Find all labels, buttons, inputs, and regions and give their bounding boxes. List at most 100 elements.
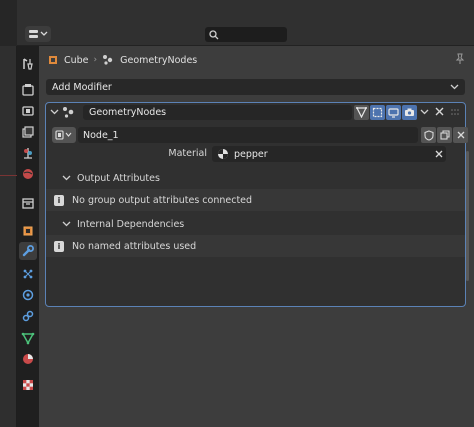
properties-panel: Cube › GeometryNodes Add Modifier Geomet… [39, 46, 474, 427]
tab-physics[interactable] [19, 286, 37, 304]
material-value: pepper [234, 148, 268, 160]
realtime-display-toggle[interactable] [386, 105, 401, 120]
tool-icon [23, 58, 33, 70]
modifier-type-icon-wrap [62, 106, 76, 122]
tab-scene[interactable] [19, 144, 37, 162]
tab-modifiers[interactable] [19, 242, 37, 260]
tab-collection[interactable] [19, 194, 37, 212]
object-icon [23, 226, 33, 236]
chevron-down-icon [62, 221, 71, 226]
info-icon: i [54, 240, 64, 252]
output-attributes-body: i No group output attributes connected [46, 189, 465, 211]
material-icon [23, 354, 33, 364]
render-icon [22, 84, 34, 96]
search-input[interactable] [205, 27, 287, 42]
scrollbar[interactable] [466, 151, 469, 281]
duplicate-button[interactable] [437, 127, 452, 143]
geometry-nodes-modifier-panel: GeometryNodes Node_1 Material pepper Out… [45, 102, 468, 307]
chevron-down-icon [450, 84, 459, 90]
world-icon [23, 169, 33, 179]
search-icon [209, 29, 219, 39]
pin-button[interactable] [454, 52, 466, 66]
modifier-name-value: GeometryNodes [89, 107, 167, 118]
viewport-edge [0, 0, 17, 427]
grip-icon [451, 109, 459, 115]
tab-particles[interactable] [19, 265, 37, 283]
edit-mode-cage-icon [372, 107, 383, 118]
chevron-down-icon [50, 109, 59, 115]
physics-icon [22, 289, 34, 301]
properties-header [17, 0, 474, 46]
modifier-header: GeometryNodes [46, 103, 465, 123]
node-group-browse-button[interactable] [52, 127, 76, 143]
internal-dependencies-message: No named attributes used [72, 240, 197, 252]
tab-render[interactable] [19, 81, 37, 99]
monitor-icon [388, 108, 399, 118]
texture-icon [23, 380, 33, 390]
add-modifier-label: Add Modifier [52, 81, 112, 93]
drag-handle[interactable] [450, 108, 460, 119]
tab-tool[interactable] [19, 55, 37, 73]
tab-constraints[interactable] [19, 307, 37, 325]
edit-mode-toggle[interactable] [354, 105, 369, 120]
breadcrumb-separator-icon: › [93, 55, 98, 65]
info-icon: i [54, 194, 64, 206]
editor-type-button[interactable] [25, 26, 51, 42]
breadcrumb-object: Cube [64, 54, 89, 66]
close-icon [435, 150, 443, 158]
material-label: Material [168, 148, 207, 159]
properties-editor-icon [29, 30, 48, 38]
cube-icon [49, 56, 57, 64]
chevron-down-icon [62, 175, 71, 180]
material-input-row: Material pepper [52, 146, 461, 162]
output-attributes-message: No group output attributes connected [72, 194, 253, 206]
close-icon [435, 107, 444, 116]
breadcrumb: Cube › GeometryNodes [47, 52, 197, 68]
modifier-name-field[interactable]: GeometryNodes [83, 105, 352, 120]
internal-dependencies-header[interactable]: Internal Dependencies [46, 213, 465, 235]
breadcrumb-modifier: GeometryNodes [120, 54, 198, 66]
tab-world[interactable] [19, 165, 37, 183]
internal-dependencies-title: Internal Dependencies [77, 218, 185, 230]
geometry-nodes-icon [63, 107, 74, 118]
fake-user-button[interactable] [421, 127, 436, 143]
camera-icon [405, 108, 414, 116]
output-attributes-header[interactable]: Output Attributes [46, 167, 465, 189]
collapse-button[interactable] [50, 108, 59, 119]
on-cage-toggle[interactable] [370, 105, 385, 120]
material-icon [218, 149, 228, 159]
constraints-icon [22, 310, 34, 322]
output-icon [22, 106, 34, 116]
tab-data[interactable] [19, 329, 37, 347]
add-modifier-dropdown[interactable]: Add Modifier [46, 79, 465, 95]
material-field[interactable]: pepper [212, 146, 446, 162]
particles-icon [23, 269, 33, 279]
viewport-axis-line [0, 175, 17, 176]
tab-object[interactable] [19, 222, 37, 240]
node-tree-icon [55, 130, 72, 140]
tab-material[interactable] [19, 350, 37, 368]
viewport-header-edge [0, 0, 17, 46]
tab-output[interactable] [19, 102, 37, 120]
clear-material-button[interactable] [432, 146, 446, 162]
wrench-icon [22, 245, 34, 257]
unlink-button[interactable] [453, 127, 468, 143]
properties-tabs [17, 46, 39, 427]
tab-texture[interactable] [19, 376, 37, 394]
modifier-menu-button[interactable] [420, 108, 429, 119]
geometry-nodes-icon [103, 55, 113, 65]
tab-view-layer[interactable] [19, 123, 37, 141]
remove-modifier-button[interactable] [435, 107, 444, 119]
collection-icon [22, 198, 34, 209]
pin-icon [455, 53, 465, 64]
chevron-down-icon [420, 109, 429, 115]
duplicate-icon [439, 130, 450, 140]
render-toggle[interactable] [402, 105, 417, 120]
close-icon [457, 131, 464, 139]
view-layer-icon [22, 126, 34, 138]
node-group-name: Node_1 [83, 129, 119, 141]
scene-icon [24, 148, 32, 159]
node-group-name-field[interactable]: Node_1 [78, 127, 418, 143]
vertex-triangle-icon [356, 107, 367, 118]
mesh-data-icon [21, 332, 35, 345]
